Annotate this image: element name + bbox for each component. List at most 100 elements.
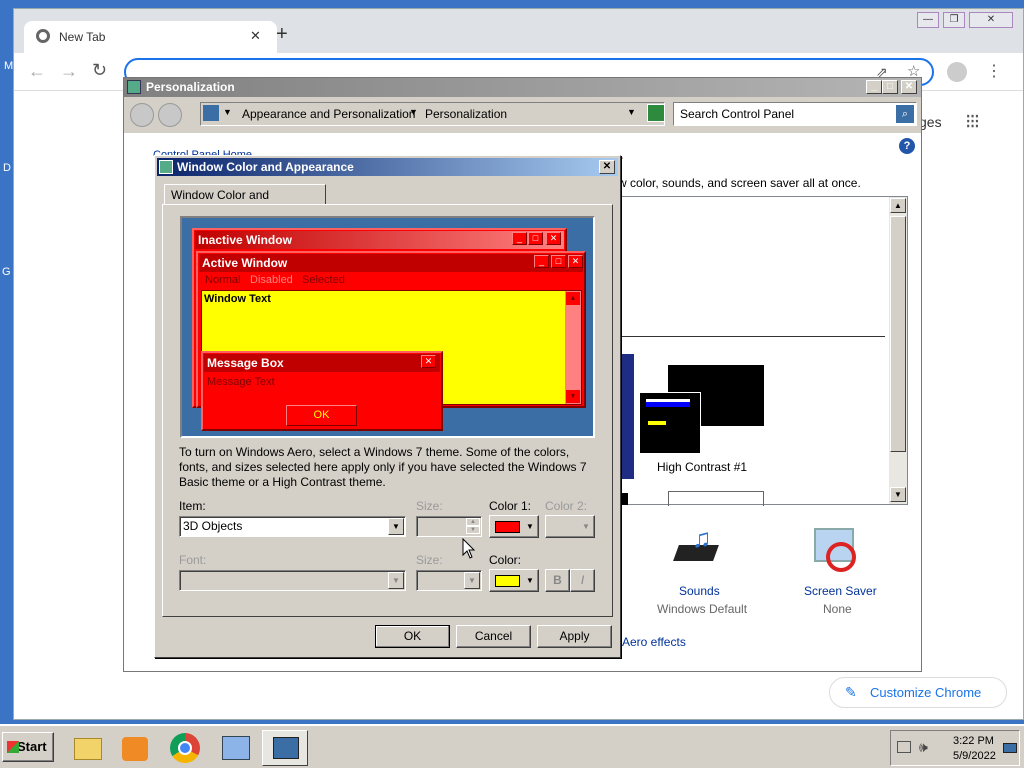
- profile-avatar-icon[interactable]: [947, 62, 967, 82]
- color1-picker[interactable]: ▼: [489, 515, 539, 538]
- scroll-up-icon[interactable]: ▲: [890, 198, 906, 213]
- search-icon[interactable]: ⌕: [896, 105, 914, 123]
- color1-swatch: [495, 521, 520, 533]
- maximize-button[interactable]: ❐: [943, 12, 965, 28]
- scroll-down-icon[interactable]: ▼: [890, 487, 906, 502]
- volume-icon[interactable]: 🕪: [919, 739, 928, 756]
- stepper-up-icon[interactable]: ▲: [466, 518, 480, 526]
- network-taskbar-icon[interactable]: [212, 730, 258, 766]
- minimize-icon: _: [512, 232, 527, 245]
- item-select[interactable]: 3D Objects ▼: [179, 516, 406, 537]
- theme-thumb[interactable]: [622, 493, 628, 505]
- back-icon[interactable]: ←: [28, 61, 46, 82]
- close-icon: ✕: [546, 232, 561, 245]
- close-button[interactable]: ✕: [599, 160, 615, 174]
- italic-button[interactable]: I: [570, 569, 595, 592]
- dialog-icon: [159, 160, 173, 174]
- search-control-panel-field[interactable]: Search Control Panel ⌕: [673, 102, 917, 126]
- forward-icon[interactable]: →: [60, 61, 78, 82]
- screen-saver-icon[interactable]: [814, 528, 860, 574]
- apps-grid-icon[interactable]: ⁝⁝⁝: [965, 109, 980, 134]
- chrome-taskbar-icon[interactable]: [162, 730, 208, 766]
- breadcrumb-item[interactable]: Appearance and Personalization: [242, 107, 415, 121]
- font-select[interactable]: ▼: [179, 570, 406, 591]
- preview-scrollbar: ▲ ▼: [565, 291, 581, 404]
- thumb-text: [648, 421, 666, 425]
- clock-time[interactable]: 3:22 PM: [953, 735, 994, 747]
- chevron-down-icon: ▼: [526, 522, 534, 531]
- sounds-link[interactable]: Sounds: [679, 584, 720, 598]
- menu-disabled: Disabled: [250, 274, 293, 286]
- network-icon[interactable]: [897, 741, 911, 753]
- folder-icon: [74, 738, 102, 760]
- cancel-button[interactable]: Cancel: [456, 625, 531, 648]
- close-button[interactable]: ✕: [969, 12, 1013, 28]
- ok-button[interactable]: OK: [375, 625, 450, 648]
- chevron-down-icon[interactable]: ▼: [388, 518, 404, 535]
- refresh-icon[interactable]: [647, 104, 665, 122]
- explorer-taskbar-icon[interactable]: [64, 730, 110, 766]
- control-panel-icon: [127, 80, 141, 94]
- monitor-icon: [273, 737, 299, 759]
- font-color-picker[interactable]: ▼: [489, 569, 539, 592]
- tab-new-tab[interactable]: New Tab ✕: [24, 21, 277, 55]
- play-icon: [122, 737, 148, 761]
- tab-title: New Tab: [59, 30, 106, 44]
- customize-chrome-button[interactable]: ✎ Customize Chrome: [829, 677, 1007, 708]
- stepper-down-icon[interactable]: ▼: [466, 526, 480, 534]
- chevron-down-icon[interactable]: ▼: [388, 572, 404, 589]
- theme-name[interactable]: High Contrast #1: [657, 460, 747, 474]
- theme-thumb[interactable]: [622, 354, 634, 479]
- window-text: Window Text: [204, 293, 271, 305]
- system-tray: 🕪 3:22 PM 5/9/2022: [890, 730, 1020, 766]
- maximize-button[interactable]: □: [882, 80, 898, 94]
- scroll-down-icon: ▼: [566, 390, 580, 403]
- dialog-titlebar: Window Color and Appearance ✕: [157, 158, 618, 176]
- close-icon: ✕: [421, 355, 436, 368]
- media-player-taskbar-icon[interactable]: [112, 730, 158, 766]
- font-size-select[interactable]: ▼: [416, 570, 482, 591]
- color2-picker[interactable]: ▼: [545, 515, 595, 538]
- apply-button[interactable]: Apply: [537, 625, 612, 648]
- tab-panel: Inactive Window _ □ ✕ Active Window _ □ …: [162, 204, 613, 617]
- minimize-button[interactable]: —: [917, 12, 939, 28]
- screen-saver-value: None: [823, 602, 852, 616]
- chevron-down-icon[interactable]: ▼: [223, 107, 232, 117]
- images-link-fragment[interactable]: ges: [919, 114, 942, 130]
- bold-button[interactable]: B: [545, 569, 570, 592]
- tab-close-icon[interactable]: ✕: [250, 28, 261, 44]
- item-label: Item:: [179, 499, 206, 513]
- font-size-label: Size:: [416, 553, 443, 567]
- close-button[interactable]: ✕: [901, 80, 917, 94]
- start-button[interactable]: Start: [2, 732, 54, 762]
- chevron-down-icon[interactable]: ▼: [409, 107, 418, 117]
- personalization-taskbar-icon[interactable]: [262, 730, 308, 766]
- new-tab-button[interactable]: +: [276, 23, 288, 46]
- chevron-down-icon: ▼: [582, 522, 590, 531]
- size-stepper[interactable]: ▲ ▼: [416, 516, 482, 537]
- control-panel-icon: [222, 736, 250, 760]
- address-breadcrumb[interactable]: ▼ Appearance and Personalization ▼ Perso…: [200, 102, 665, 126]
- screen-saver-link[interactable]: Screen Saver: [804, 584, 877, 598]
- high-contrast-window-thumb: [639, 392, 701, 454]
- reload-icon[interactable]: ↻: [92, 60, 107, 81]
- forward-button[interactable]: [158, 103, 182, 127]
- sounds-icon[interactable]: ♫: [672, 523, 724, 577]
- minimize-button[interactable]: _: [866, 80, 882, 94]
- scroll-thumb[interactable]: [890, 216, 906, 452]
- help-icon[interactable]: ?: [899, 138, 915, 154]
- clock-date[interactable]: 5/9/2022: [953, 750, 996, 762]
- menu-dots-icon[interactable]: ⋮: [986, 61, 1002, 81]
- preview-ok-button: OK: [286, 405, 357, 426]
- show-desktop-icon[interactable]: [1003, 743, 1017, 753]
- theme-thumb[interactable]: [668, 491, 764, 506]
- tab-window-color[interactable]: Window Color and Appearance: [164, 184, 326, 222]
- inactive-titlebar: Inactive Window: [195, 231, 564, 249]
- breadcrumb-item[interactable]: Personalization: [425, 107, 507, 121]
- scrollbar[interactable]: ▲ ▼: [889, 197, 907, 504]
- back-button[interactable]: [130, 103, 154, 127]
- chevron-down-icon[interactable]: ▼: [627, 107, 636, 117]
- active-titlebar: Active Window: [199, 254, 583, 272]
- aero-effects-link[interactable]: Aero effects: [622, 635, 686, 649]
- chevron-down-icon[interactable]: ▼: [464, 572, 480, 589]
